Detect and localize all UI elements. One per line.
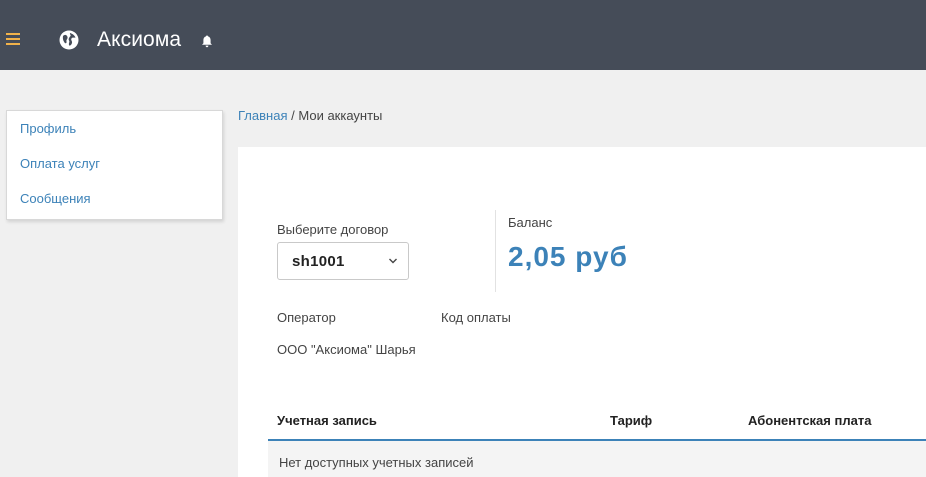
- sidebar-item-payment[interactable]: Оплата услуг: [7, 154, 100, 174]
- balance-value: 2,05 руб: [508, 241, 628, 272]
- vertical-divider: [495, 210, 496, 292]
- breadcrumb-home-link[interactable]: Главная: [238, 108, 287, 123]
- brand-name[interactable]: Аксиома: [97, 27, 181, 53]
- breadcrumb: Главная / Мои аккаунты: [238, 108, 382, 124]
- table-header-tariff: Тариф: [610, 413, 653, 428]
- chevron-down-icon: [389, 258, 397, 264]
- breadcrumb-separator: /: [291, 108, 295, 123]
- accounts-panel: Выберите договор sh1001 Баланс 2,05 руб …: [238, 147, 926, 477]
- balance-label: Баланс: [508, 215, 553, 230]
- top-navbar: Аксиома: [0, 0, 926, 70]
- sidebar-item-messages[interactable]: Сообщения: [7, 189, 91, 209]
- sidebar-item-profile[interactable]: Профиль: [7, 119, 76, 139]
- breadcrumb-current: Мои аккаунты: [298, 108, 383, 123]
- operator-label: Оператор: [277, 310, 336, 325]
- menu-icon[interactable]: [6, 33, 20, 45]
- table-header-account: Учетная запись: [277, 413, 377, 428]
- empty-table-message: Нет доступных учетных записей: [279, 455, 474, 470]
- contract-select[interactable]: sh1001: [277, 242, 409, 280]
- table-row: Нет доступных учетных записей: [268, 441, 926, 477]
- operator-name: ООО "Аксиома" Шарья: [277, 342, 416, 357]
- bell-icon[interactable]: [201, 35, 213, 48]
- payment-code-label: Код оплаты: [441, 310, 511, 325]
- table-header-fee: Абонентская плата: [748, 413, 872, 428]
- sidebar-menu: Профиль Оплата услуг Сообщения: [6, 110, 223, 220]
- contract-select-label: Выберите договор: [277, 222, 389, 237]
- contract-select-value: sh1001: [292, 253, 345, 270]
- globe-icon: [59, 30, 79, 50]
